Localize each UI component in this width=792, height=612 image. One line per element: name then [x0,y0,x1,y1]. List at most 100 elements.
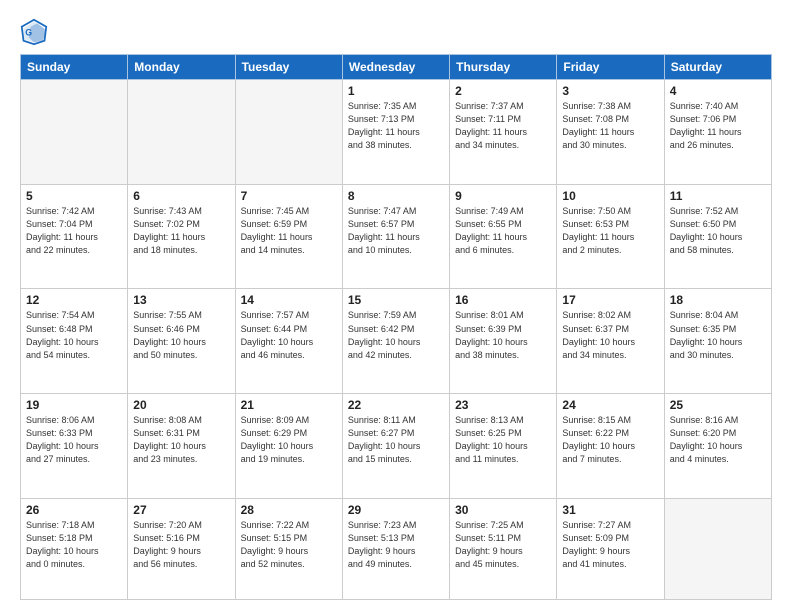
calendar-cell [128,80,235,185]
day-number: 13 [133,293,229,307]
calendar-cell [21,80,128,185]
day-info: Sunrise: 7:47 AM Sunset: 6:57 PM Dayligh… [348,205,444,257]
day-info: Sunrise: 7:23 AM Sunset: 5:13 PM Dayligh… [348,519,444,571]
calendar-cell: 8 Sunrise: 7:47 AM Sunset: 6:57 PM Daylig… [342,184,449,289]
calendar-header-monday: Monday [128,55,235,80]
day-info: Sunrise: 7:43 AM Sunset: 7:02 PM Dayligh… [133,205,229,257]
calendar-cell: 1 Sunrise: 7:35 AM Sunset: 7:13 PM Daylig… [342,80,449,185]
day-number: 18 [670,293,766,307]
calendar-header-wednesday: Wednesday [342,55,449,80]
day-number: 17 [562,293,658,307]
day-info: Sunrise: 7:52 AM Sunset: 6:50 PM Dayligh… [670,205,766,257]
calendar-cell: 2 Sunrise: 7:37 AM Sunset: 7:11 PM Daylig… [450,80,557,185]
day-info: Sunrise: 7:54 AM Sunset: 6:48 PM Dayligh… [26,309,122,361]
day-info: Sunrise: 8:16 AM Sunset: 6:20 PM Dayligh… [670,414,766,466]
calendar-cell: 15 Sunrise: 7:59 AM Sunset: 6:42 PM Dayli… [342,289,449,394]
calendar-cell [235,80,342,185]
day-number: 30 [455,503,551,517]
calendar-cell: 17Sunrise: 8:02 AM Sunset: 6:37 PM Dayli… [557,289,664,394]
calendar-cell: 3 Sunrise: 7:38 AM Sunset: 7:08 PM Daylig… [557,80,664,185]
calendar-cell: 14 Sunrise: 7:57 AM Sunset: 6:44 PM Dayli… [235,289,342,394]
day-info: Sunrise: 7:49 AM Sunset: 6:55 PM Dayligh… [455,205,551,257]
day-number: 9 [455,189,551,203]
calendar-cell: 13 Sunrise: 7:55 AM Sunset: 6:46 PM Dayli… [128,289,235,394]
day-number: 8 [348,189,444,203]
calendar-cell: 24 Sunrise: 8:15 AM Sunset: 6:22 PM Dayli… [557,394,664,499]
day-number: 25 [670,398,766,412]
day-info: Sunrise: 7:27 AM Sunset: 5:09 PM Dayligh… [562,519,658,571]
calendar-cell: 18 Sunrise: 8:04 AM Sunset: 6:35 PM Dayli… [664,289,771,394]
calendar-cell: 25 Sunrise: 8:16 AM Sunset: 6:20 PM Dayli… [664,394,771,499]
day-number: 4 [670,84,766,98]
day-info: Sunrise: 7:38 AM Sunset: 7:08 PM Dayligh… [562,100,658,152]
calendar-header-saturday: Saturday [664,55,771,80]
calendar-cell: 11 Sunrise: 7:52 AM Sunset: 6:50 PM Dayli… [664,184,771,289]
day-info: Sunrise: 7:59 AM Sunset: 6:42 PM Dayligh… [348,309,444,361]
day-number: 11 [670,189,766,203]
calendar-header-row: SundayMondayTuesdayWednesdayThursdayFrid… [21,55,772,80]
svg-text:G: G [25,28,32,38]
day-number: 3 [562,84,658,98]
calendar-cell: 9 Sunrise: 7:49 AM Sunset: 6:55 PM Daylig… [450,184,557,289]
day-info: Sunrise: 8:04 AM Sunset: 6:35 PM Dayligh… [670,309,766,361]
day-number: 16 [455,293,551,307]
day-number: 21 [241,398,337,412]
calendar-cell: 31 Sunrise: 7:27 AM Sunset: 5:09 PM Dayli… [557,498,664,599]
day-info: Sunrise: 7:55 AM Sunset: 6:46 PM Dayligh… [133,309,229,361]
day-number: 27 [133,503,229,517]
day-number: 20 [133,398,229,412]
day-info: Sunrise: 8:11 AM Sunset: 6:27 PM Dayligh… [348,414,444,466]
calendar-cell: 27 Sunrise: 7:20 AM Sunset: 5:16 PM Dayli… [128,498,235,599]
day-info: Sunrise: 7:50 AM Sunset: 6:53 PM Dayligh… [562,205,658,257]
calendar-week-5: 26Sunrise: 7:18 AM Sunset: 5:18 PM Dayli… [21,498,772,599]
calendar-cell: 23Sunrise: 8:13 AM Sunset: 6:25 PM Dayli… [450,394,557,499]
day-number: 6 [133,189,229,203]
calendar-header-thursday: Thursday [450,55,557,80]
calendar-week-3: 12 Sunrise: 7:54 AM Sunset: 6:48 PM Dayli… [21,289,772,394]
day-info: Sunrise: 8:13 AM Sunset: 6:25 PM Dayligh… [455,414,551,466]
day-number: 14 [241,293,337,307]
day-info: Sunrise: 7:45 AM Sunset: 6:59 PM Dayligh… [241,205,337,257]
day-number: 31 [562,503,658,517]
calendar-cell: 19 Sunrise: 8:06 AM Sunset: 6:33 PM Dayli… [21,394,128,499]
calendar-cell: 5Sunrise: 7:42 AM Sunset: 7:04 PM Daylig… [21,184,128,289]
calendar-cell: 29 Sunrise: 7:23 AM Sunset: 5:13 PM Dayli… [342,498,449,599]
day-number: 29 [348,503,444,517]
day-number: 10 [562,189,658,203]
calendar-cell: 26Sunrise: 7:18 AM Sunset: 5:18 PM Dayli… [21,498,128,599]
calendar-cell: 10 Sunrise: 7:50 AM Sunset: 6:53 PM Dayli… [557,184,664,289]
logo: G [20,18,52,46]
day-info: Sunrise: 7:20 AM Sunset: 5:16 PM Dayligh… [133,519,229,571]
calendar-cell: 28 Sunrise: 7:22 AM Sunset: 5:15 PM Dayli… [235,498,342,599]
day-number: 2 [455,84,551,98]
day-info: Sunrise: 7:18 AM Sunset: 5:18 PM Dayligh… [26,519,122,571]
day-info: Sunrise: 8:15 AM Sunset: 6:22 PM Dayligh… [562,414,658,466]
day-info: Sunrise: 7:35 AM Sunset: 7:13 PM Dayligh… [348,100,444,152]
day-info: Sunrise: 8:06 AM Sunset: 6:33 PM Dayligh… [26,414,122,466]
calendar-header-friday: Friday [557,55,664,80]
day-number: 15 [348,293,444,307]
calendar-cell: 16 Sunrise: 8:01 AM Sunset: 6:39 PM Dayli… [450,289,557,394]
calendar-week-4: 19 Sunrise: 8:06 AM Sunset: 6:33 PM Dayli… [21,394,772,499]
day-info: Sunrise: 8:09 AM Sunset: 6:29 PM Dayligh… [241,414,337,466]
logo-icon: G [20,18,48,46]
day-number: 12 [26,293,122,307]
day-info: Sunrise: 7:25 AM Sunset: 5:11 PM Dayligh… [455,519,551,571]
calendar-cell: 7Sunrise: 7:45 AM Sunset: 6:59 PM Daylig… [235,184,342,289]
day-info: Sunrise: 7:22 AM Sunset: 5:15 PM Dayligh… [241,519,337,571]
day-info: Sunrise: 7:37 AM Sunset: 7:11 PM Dayligh… [455,100,551,152]
calendar-cell: 22 Sunrise: 8:11 AM Sunset: 6:27 PM Dayli… [342,394,449,499]
calendar-header-sunday: Sunday [21,55,128,80]
day-number: 19 [26,398,122,412]
day-info: Sunrise: 7:57 AM Sunset: 6:44 PM Dayligh… [241,309,337,361]
calendar-table: SundayMondayTuesdayWednesdayThursdayFrid… [20,54,772,600]
day-info: Sunrise: 8:01 AM Sunset: 6:39 PM Dayligh… [455,309,551,361]
day-number: 24 [562,398,658,412]
calendar-week-2: 5Sunrise: 7:42 AM Sunset: 7:04 PM Daylig… [21,184,772,289]
calendar-cell: 4 Sunrise: 7:40 AM Sunset: 7:06 PM Daylig… [664,80,771,185]
day-number: 22 [348,398,444,412]
day-number: 1 [348,84,444,98]
calendar-header-tuesday: Tuesday [235,55,342,80]
day-info: Sunrise: 7:40 AM Sunset: 7:06 PM Dayligh… [670,100,766,152]
day-number: 28 [241,503,337,517]
